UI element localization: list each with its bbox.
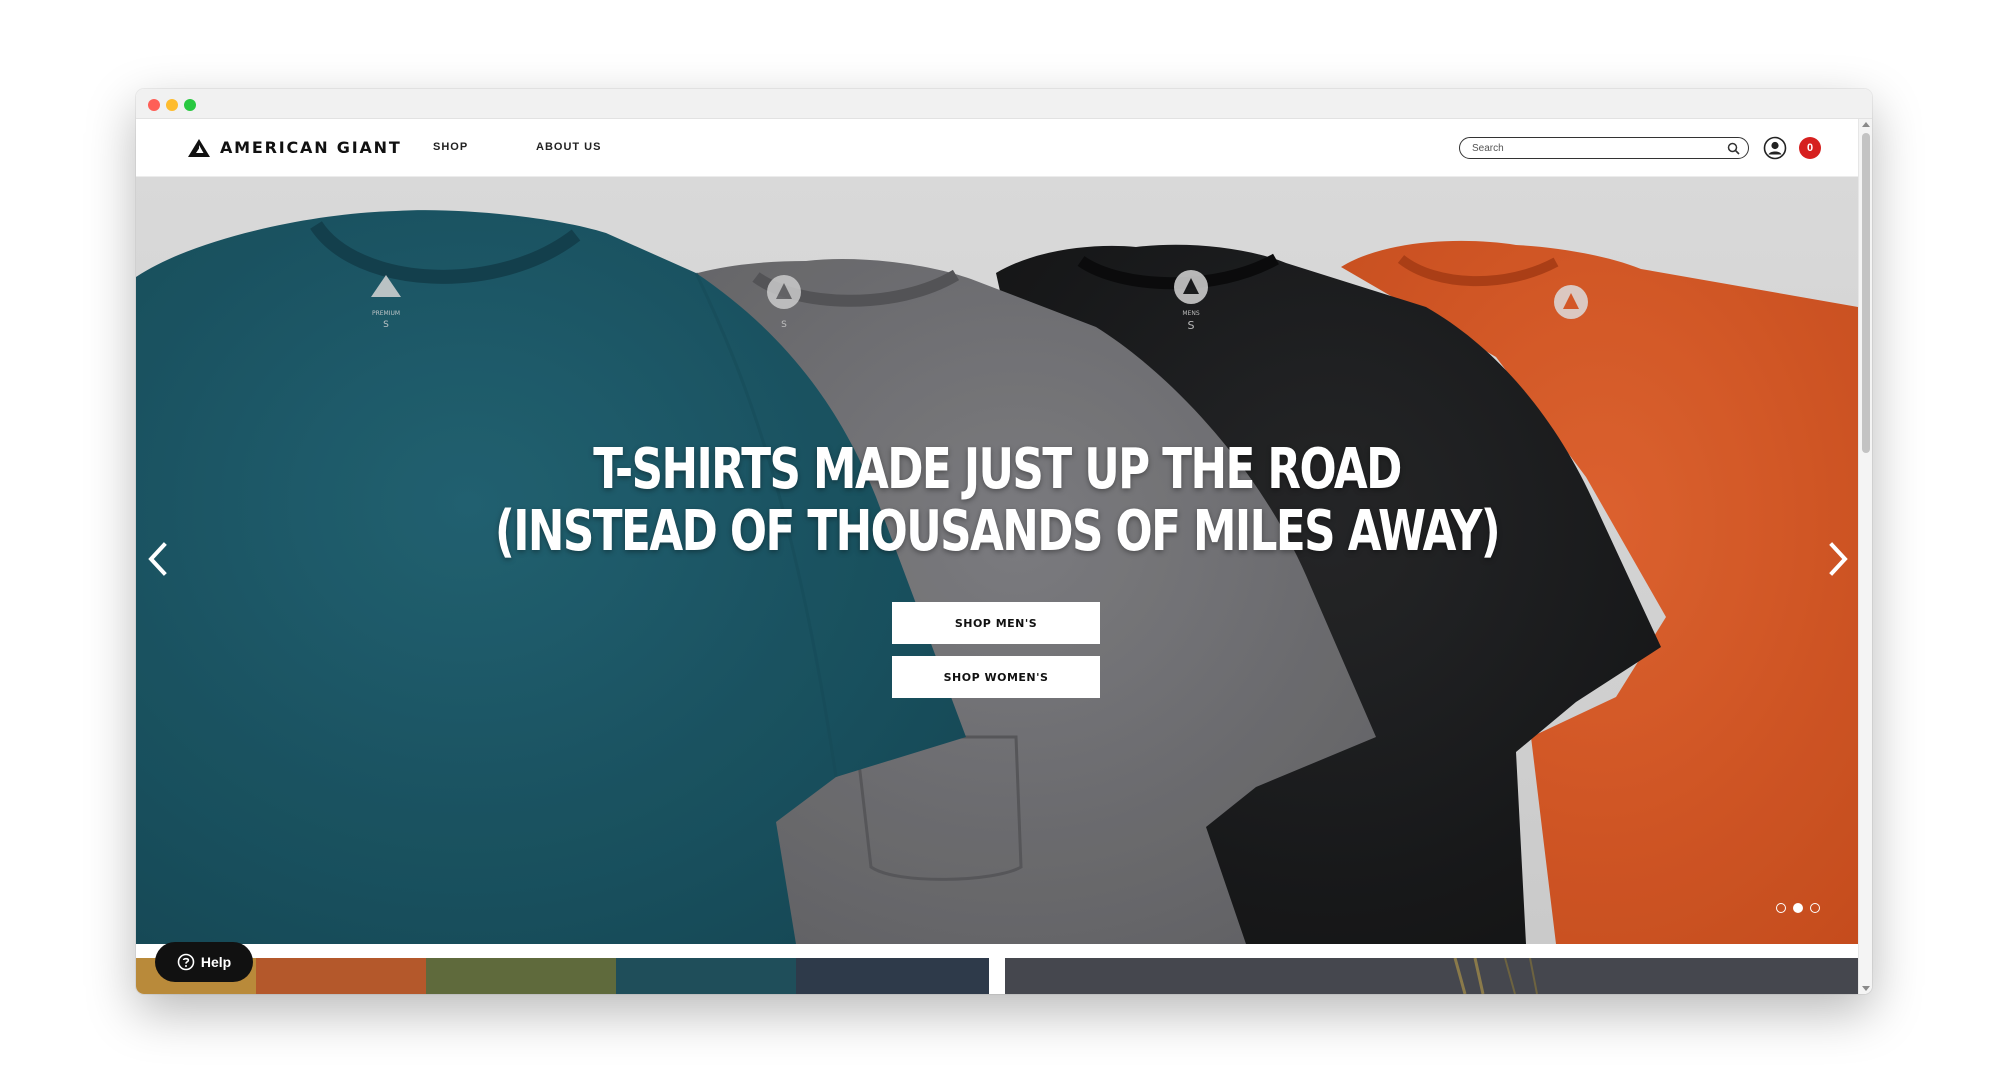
user-icon[interactable] [1763,136,1787,160]
question-mark-icon [177,953,195,971]
carousel-dots [1776,903,1820,913]
hero-carousel: PREMIUM S S MENS S [136,177,1858,944]
folded-shirts-image [136,958,989,994]
shop-mens-button[interactable]: SHOP MEN'S [892,602,1100,644]
denim-jacket-image [1005,958,1858,994]
nav-about-us-link[interactable]: ABOUT US [536,141,601,153]
hero-headline-line-2: (INSTEAD OF THOUSANDS OF MILES AWAY) [494,499,1501,564]
help-button[interactable]: Help [155,942,253,982]
hero-headline-line-1: T-SHIRTS MADE JUST UP THE ROAD [593,437,1402,502]
nav-shop-link[interactable]: SHOP [433,141,468,153]
search-icon[interactable] [1727,142,1740,155]
carousel-dot-3[interactable] [1810,903,1820,913]
site-header: AMERICAN GIANT SHOP ABOUT US 0 [136,119,1858,177]
search-box [1459,137,1749,159]
title-bar [136,89,1872,119]
page-viewport: AMERICAN GIANT SHOP ABOUT US 0 [136,119,1858,994]
scroll-down-arrow-icon[interactable] [1862,986,1870,991]
carousel-next-arrow-icon[interactable] [1826,539,1852,579]
carousel-prev-arrow-icon[interactable] [144,539,170,579]
close-window-button[interactable] [148,99,160,111]
carousel-dot-1[interactable] [1776,903,1786,913]
minimize-window-button[interactable] [166,99,178,111]
search-input[interactable] [1472,140,1722,156]
maximize-window-button[interactable] [184,99,196,111]
category-tile-left[interactable] [136,958,989,994]
browser-window: AMERICAN GIANT SHOP ABOUT US 0 [136,89,1872,994]
cart-count-badge[interactable]: 0 [1799,137,1821,159]
brand-name: AMERICAN GIANT [220,138,402,157]
scroll-up-arrow-icon[interactable] [1862,122,1870,127]
triangle-logo-icon [188,138,210,157]
page-scrollbar[interactable] [1858,119,1872,994]
shop-womens-button[interactable]: SHOP WOMEN'S [892,656,1100,698]
scrollbar-thumb[interactable] [1862,133,1870,453]
carousel-dot-2[interactable] [1793,903,1803,913]
brand-logo[interactable]: AMERICAN GIANT [188,138,402,157]
category-tile-right[interactable] [1005,958,1858,994]
hero-headline: T-SHIRTS MADE JUST UP THE ROAD (INSTEAD … [325,439,1668,563]
help-label: Help [200,954,232,970]
